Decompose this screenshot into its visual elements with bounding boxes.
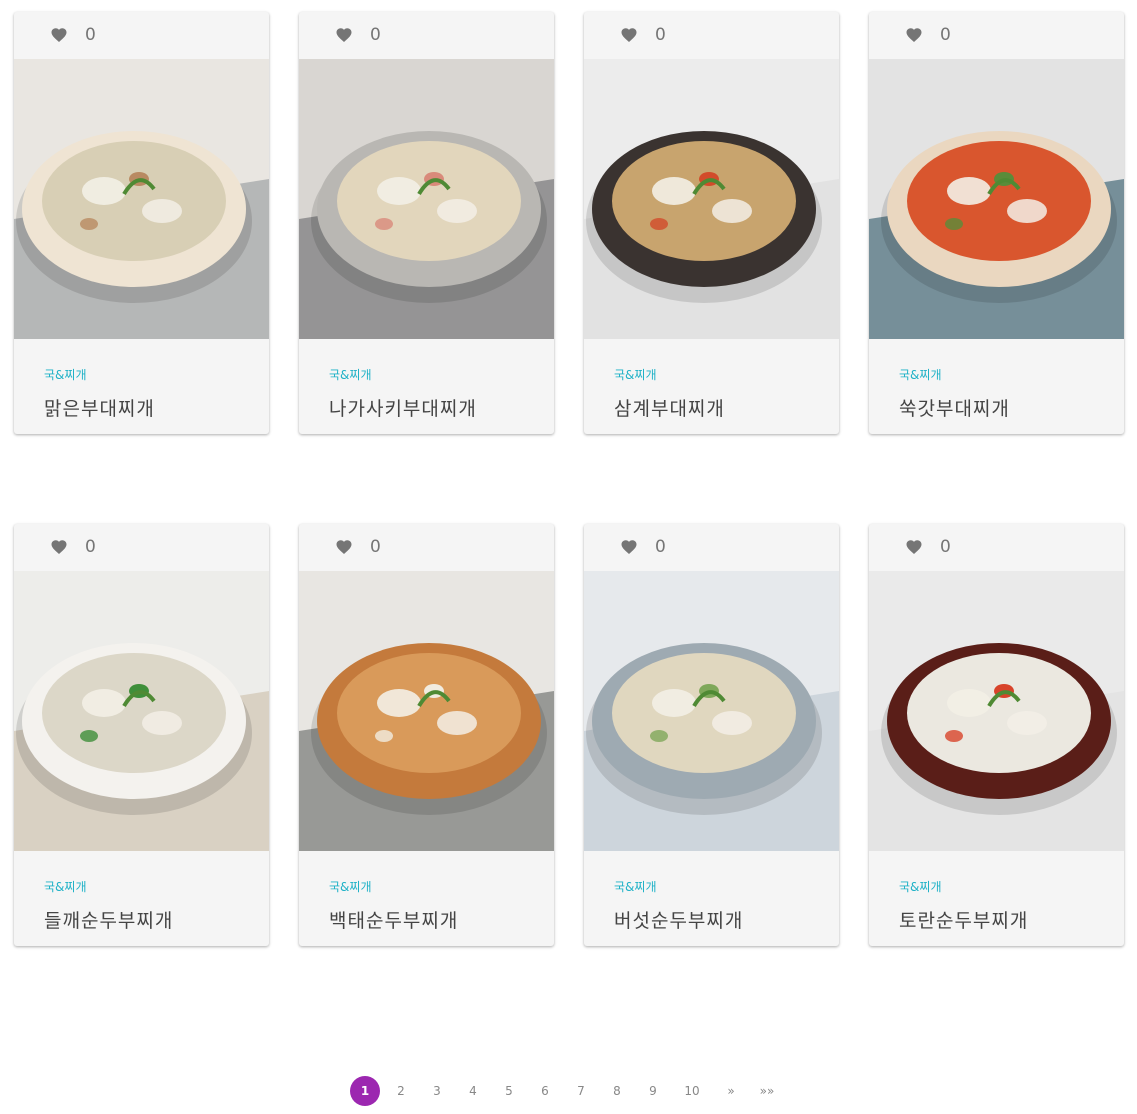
page-6-button[interactable]: 6 <box>530 1076 560 1106</box>
recipe-card[interactable]: 0 국&찌개 버섯순두부찌개 <box>584 524 839 946</box>
recipe-category[interactable]: 국&찌개 <box>899 878 941 895</box>
card-header: 0 <box>14 12 269 59</box>
recipe-category[interactable]: 국&찌개 <box>44 366 86 383</box>
page-10-button[interactable]: 10 <box>674 1076 710 1106</box>
card-header: 0 <box>584 12 839 59</box>
recipe-category[interactable]: 국&찌개 <box>329 878 371 895</box>
recipe-image[interactable] <box>584 59 839 339</box>
like-count: 0 <box>85 24 96 45</box>
like-button[interactable]: 0 <box>614 22 704 48</box>
heart-icon <box>621 28 637 43</box>
heart-icon <box>336 28 352 43</box>
recipe-card[interactable]: 0 국&찌개 토란순두부찌개 <box>869 524 1124 946</box>
like-count: 0 <box>655 24 666 45</box>
recipe-card[interactable]: 0 국&찌개 삼계부대찌개 <box>584 12 839 434</box>
like-button[interactable]: 0 <box>329 22 419 48</box>
recipe-card[interactable]: 0 국&찌개 쑥갓부대찌개 <box>869 12 1124 434</box>
page-1-button[interactable]: 1 <box>350 1076 380 1106</box>
card-header: 0 <box>14 524 269 571</box>
page-4-button[interactable]: 4 <box>458 1076 488 1106</box>
recipe-category[interactable]: 국&찌개 <box>329 366 371 383</box>
recipe-category[interactable]: 국&찌개 <box>899 366 941 383</box>
recipe-card[interactable]: 0 국&찌개 들깨순두부찌개 <box>14 524 269 946</box>
recipe-title[interactable]: 맑은부대찌개 <box>44 394 155 421</box>
card-header: 0 <box>584 524 839 571</box>
recipe-image[interactable] <box>14 59 269 339</box>
page-5-button[interactable]: 5 <box>494 1076 524 1106</box>
heart-icon <box>51 540 67 555</box>
recipe-card[interactable]: 0 국&찌개 백태순두부찌개 <box>299 524 554 946</box>
recipe-title[interactable]: 버섯순두부찌개 <box>614 906 743 933</box>
page-3-button[interactable]: 3 <box>422 1076 452 1106</box>
card-header: 0 <box>299 12 554 59</box>
like-button[interactable]: 0 <box>614 534 704 560</box>
heart-icon <box>906 540 922 555</box>
heart-icon <box>906 28 922 43</box>
recipe-card[interactable]: 0 국&찌개 나가사키부대찌개 <box>299 12 554 434</box>
recipe-title[interactable]: 백태순두부찌개 <box>329 906 458 933</box>
recipe-title[interactable]: 들깨순두부찌개 <box>44 906 173 933</box>
like-count: 0 <box>940 24 951 45</box>
recipe-title[interactable]: 토란순두부찌개 <box>899 906 1028 933</box>
card-header: 0 <box>299 524 554 571</box>
recipe-title[interactable]: 쑥갓부대찌개 <box>899 394 1010 421</box>
recipe-image[interactable] <box>584 571 839 851</box>
like-button[interactable]: 0 <box>899 22 989 48</box>
like-count: 0 <box>940 536 951 557</box>
recipe-card[interactable]: 0 국&찌개 맑은부대찌개 <box>14 12 269 434</box>
like-count: 0 <box>370 24 381 45</box>
recipe-image[interactable] <box>869 571 1124 851</box>
next-page-button[interactable]: » <box>716 1076 746 1106</box>
heart-icon <box>336 540 352 555</box>
like-button[interactable]: 0 <box>44 534 134 560</box>
recipe-category[interactable]: 국&찌개 <box>614 878 656 895</box>
like-count: 0 <box>370 536 381 557</box>
page-2-button[interactable]: 2 <box>386 1076 416 1106</box>
like-button[interactable]: 0 <box>44 22 134 48</box>
heart-icon <box>621 540 637 555</box>
page-7-button[interactable]: 7 <box>566 1076 596 1106</box>
like-button[interactable]: 0 <box>899 534 989 560</box>
heart-icon <box>51 28 67 43</box>
last-page-button[interactable]: »» <box>752 1076 782 1106</box>
page-9-button[interactable]: 9 <box>638 1076 668 1106</box>
recipe-category[interactable]: 국&찌개 <box>614 366 656 383</box>
recipe-image[interactable] <box>869 59 1124 339</box>
like-count: 0 <box>85 536 96 557</box>
card-header: 0 <box>869 12 1124 59</box>
pagination: 1 2 3 4 5 6 7 8 9 10 » »» <box>350 1076 788 1106</box>
recipe-title[interactable]: 삼계부대찌개 <box>614 394 725 421</box>
like-count: 0 <box>655 536 666 557</box>
recipe-title[interactable]: 나가사키부대찌개 <box>329 394 477 421</box>
recipe-image[interactable] <box>299 571 554 851</box>
recipe-category[interactable]: 국&찌개 <box>44 878 86 895</box>
card-header: 0 <box>869 524 1124 571</box>
recipe-image[interactable] <box>14 571 269 851</box>
page-8-button[interactable]: 8 <box>602 1076 632 1106</box>
like-button[interactable]: 0 <box>329 534 419 560</box>
recipe-image[interactable] <box>299 59 554 339</box>
